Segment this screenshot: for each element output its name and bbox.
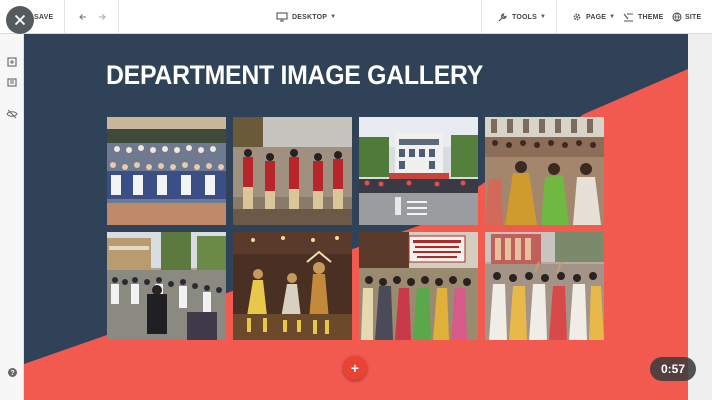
add-section-button[interactable]: + (343, 356, 367, 380)
tools-menu[interactable]: TOOLS ▼ (497, 0, 546, 34)
undo-icon (79, 14, 86, 20)
redo-icon (99, 14, 106, 20)
paint-roller-icon (623, 13, 633, 22)
gallery-image[interactable] (485, 117, 604, 225)
page-canvas[interactable]: DEPARTMENT IMAGE GALLERY + (24, 34, 688, 400)
save-label: SAVE (34, 13, 54, 21)
page-menu[interactable]: PAGE ▼ (572, 0, 615, 34)
gallery-image[interactable] (107, 232, 226, 340)
gallery-image[interactable] (359, 232, 478, 340)
gallery-image[interactable] (107, 117, 226, 225)
wrench-icon (498, 12, 507, 21)
theme-label: THEME (638, 13, 664, 21)
pages-icon[interactable] (6, 56, 18, 68)
gallery-image[interactable] (485, 232, 604, 340)
device-selector[interactable]: DESKTOP ▼ (276, 0, 336, 34)
site-label: SITE (685, 13, 702, 21)
toolbar-divider (118, 0, 119, 34)
left-sidebar: ? (0, 34, 24, 400)
undo-button[interactable] (78, 0, 88, 34)
monitor-icon (276, 12, 288, 22)
svg-text:?: ? (10, 370, 14, 377)
toolbar-divider (556, 0, 557, 34)
gallery-image[interactable] (233, 117, 352, 225)
close-icon (14, 14, 26, 26)
caret-down-icon: ▼ (609, 14, 616, 20)
help-icon[interactable]: ? (6, 366, 18, 378)
tools-label: TOOLS (512, 13, 537, 21)
close-button[interactable] (6, 6, 34, 34)
theme-button[interactable]: THEME (623, 0, 664, 34)
hide-icon[interactable] (6, 108, 18, 120)
top-toolbar: SAVE DESKTOP ▼ TOOLS ▼ PAGE ▼ THEME SITE (0, 0, 712, 34)
toolbar-divider (64, 0, 65, 34)
video-timer: 0:57 (650, 357, 696, 381)
caret-down-icon: ▼ (330, 14, 337, 20)
device-label: DESKTOP (292, 13, 328, 21)
right-sidebar (688, 34, 712, 400)
editor-frame: SAVE DESKTOP ▼ TOOLS ▼ PAGE ▼ THEME SITE… (0, 0, 712, 400)
gallery-image[interactable] (359, 117, 478, 225)
globe-icon (672, 12, 682, 22)
toolbar-divider (481, 0, 482, 34)
save-button[interactable]: SAVE (34, 0, 53, 34)
page-label: PAGE (586, 13, 607, 21)
caret-down-icon: ▼ (539, 14, 547, 20)
plus-icon: + (350, 360, 360, 376)
layers-icon[interactable] (6, 76, 18, 88)
gallery-image[interactable] (233, 232, 352, 340)
gear-icon (573, 13, 581, 21)
site-button[interactable]: SITE (672, 0, 701, 34)
page-title[interactable]: DEPARTMENT IMAGE GALLERY (106, 60, 483, 91)
redo-button[interactable] (97, 0, 107, 34)
